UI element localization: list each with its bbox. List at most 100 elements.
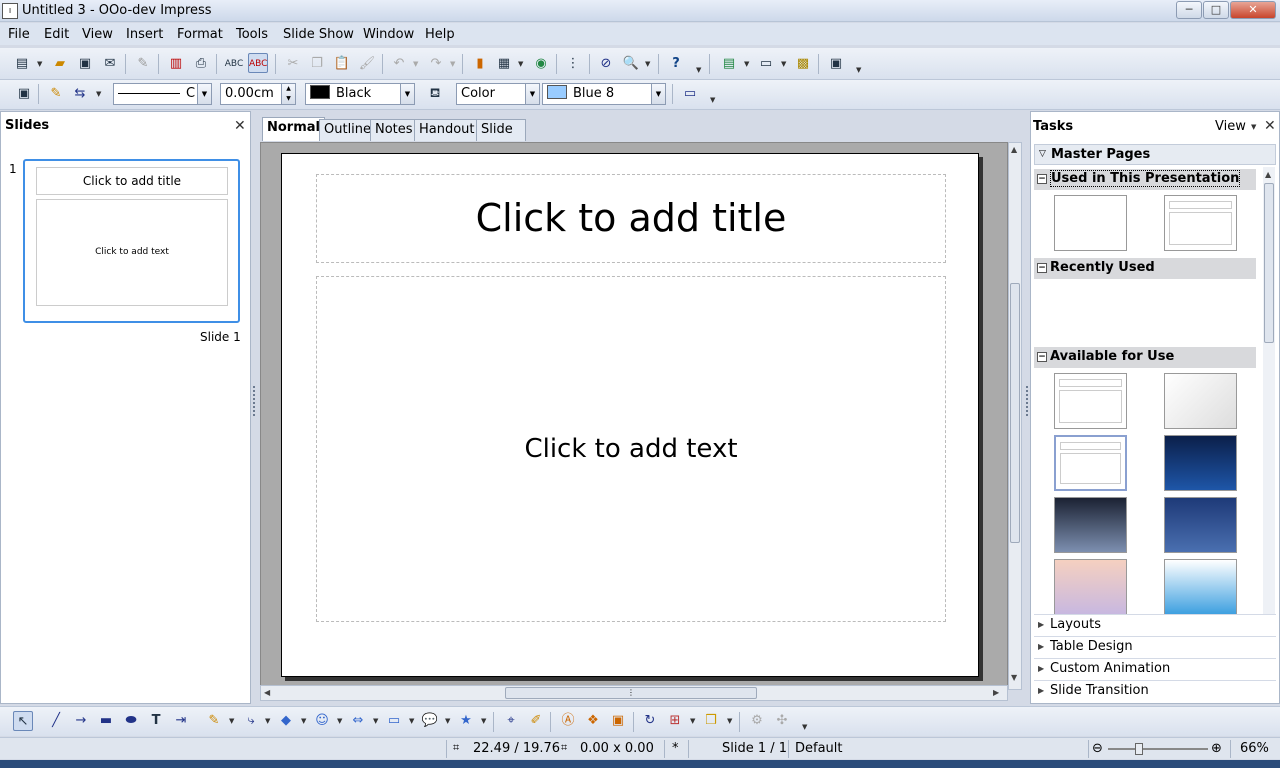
deck-table-design[interactable]: ▶ Table Design xyxy=(1034,636,1276,658)
area-color-dropdown-arrow-icon[interactable]: ▼ xyxy=(651,84,665,104)
available-for-use-header[interactable]: − Available for Use xyxy=(1034,347,1256,368)
title-placeholder[interactable]: Click to add title xyxy=(316,174,946,263)
menu-tools[interactable]: Tools xyxy=(236,27,268,42)
zoom-slider-knob[interactable] xyxy=(1135,743,1143,755)
toolbar-overflow-arrow-icon[interactable]: ▼ xyxy=(802,723,807,731)
used-in-presentation-header[interactable]: − Used in This Presentation xyxy=(1034,169,1256,190)
zoom-percentage[interactable]: 66% xyxy=(1240,741,1269,756)
minimize-button[interactable]: ─ xyxy=(1176,1,1202,19)
new-slide-icon[interactable]: ▤ xyxy=(719,54,739,74)
format-paintbrush-icon[interactable]: 🖌 xyxy=(357,54,377,74)
tab-slide-sorter[interactable]: Slide Sorter xyxy=(476,119,526,157)
slide-layout-dropdown-arrow-icon[interactable]: ▼ xyxy=(781,60,786,68)
connector-tool-icon[interactable]: ⇥ xyxy=(171,711,191,731)
gluepoints-icon[interactable]: ✐ xyxy=(526,711,546,731)
slide-design-icon[interactable]: ▩ xyxy=(793,54,813,74)
toolbar-overflow-arrow-icon[interactable]: ▼ xyxy=(710,96,715,104)
horizontal-scroll-thumb[interactable]: ⋮ xyxy=(505,687,757,699)
connectors-icon[interactable]: ⤷ xyxy=(241,711,261,731)
menu-file[interactable]: File xyxy=(8,27,30,42)
view-dropdown-arrow-icon[interactable]: ▼ xyxy=(1251,123,1256,131)
area-style-dropdown-arrow-icon[interactable]: ▼ xyxy=(525,84,539,104)
tab-outline[interactable]: Outline xyxy=(319,119,377,141)
symbol-shapes-icon[interactable]: ☺ xyxy=(312,711,332,731)
table-icon[interactable]: ▦ xyxy=(494,54,514,74)
area-style-select[interactable]: Color ▼ xyxy=(456,83,540,105)
menu-insert[interactable]: Insert xyxy=(126,27,163,42)
basic-shapes-icon[interactable]: ◆ xyxy=(276,711,296,731)
stars-icon[interactable]: ★ xyxy=(456,711,476,731)
menu-help[interactable]: Help xyxy=(425,27,455,42)
master-template-thumbnail[interactable] xyxy=(1164,373,1237,429)
curve-dropdown-arrow-icon[interactable]: ▼ xyxy=(229,717,234,725)
gallery-icon[interactable]: ▣ xyxy=(608,711,628,731)
vertical-scrollbar[interactable]: ▲ ▼ xyxy=(1008,142,1022,690)
line-width-field[interactable]: 0.00cm ▲ ▼ xyxy=(220,83,296,105)
master-blank-thumbnail[interactable] xyxy=(1054,195,1127,251)
arrange-dropdown-arrow-icon[interactable]: ▼ xyxy=(727,717,732,725)
email-document-icon[interactable]: ✉ xyxy=(100,54,120,74)
redo-icon[interactable]: ↷ xyxy=(426,54,446,74)
zoom-dropdown-arrow-icon[interactable]: ▼ xyxy=(645,60,650,68)
scroll-down-icon[interactable]: ▼ xyxy=(1011,673,1017,682)
menu-slide-show[interactable]: Slide Show xyxy=(283,27,354,42)
new-slide-dropdown-arrow-icon[interactable]: ▼ xyxy=(744,60,749,68)
tab-notes[interactable]: Notes xyxy=(370,119,418,141)
symbol-shapes-dropdown-arrow-icon[interactable]: ▼ xyxy=(337,717,342,725)
menu-edit[interactable]: Edit xyxy=(44,27,69,42)
line-style-select[interactable]: C ▼ xyxy=(113,83,212,105)
line-color-dropdown-arrow-icon[interactable]: ▼ xyxy=(400,84,414,104)
toolbar-overflow-arrow-icon[interactable]: ▼ xyxy=(856,66,861,74)
slide-layout-icon[interactable]: ▭ xyxy=(756,54,776,74)
master-template-thumbnail[interactable] xyxy=(1054,559,1127,614)
tasks-view-menu[interactable]: View xyxy=(1215,119,1246,134)
zoom-in-icon[interactable]: ⊕ xyxy=(1211,741,1222,756)
stars-dropdown-arrow-icon[interactable]: ▼ xyxy=(481,717,486,725)
arrange-icon[interactable]: ❒ xyxy=(701,711,721,731)
master-template-thumbnail[interactable] xyxy=(1054,497,1127,553)
paste-icon[interactable]: 📋 xyxy=(332,54,352,74)
print-icon[interactable]: ⎙ xyxy=(191,54,211,74)
line-width-spin-icon[interactable]: ▲ ▼ xyxy=(281,84,295,104)
rectangle-tool-icon[interactable]: ▬ xyxy=(96,711,116,731)
scroll-up-icon[interactable]: ▲ xyxy=(1265,170,1271,179)
edit-file-icon[interactable]: ✎ xyxy=(133,54,153,74)
tasks-scroll-thumb[interactable] xyxy=(1264,183,1274,343)
new-dropdown-arrow-icon[interactable]: ▼ xyxy=(37,60,42,68)
zoom-icon[interactable]: 🔍 xyxy=(621,54,641,74)
line-icon[interactable]: ✎ xyxy=(46,84,66,104)
save-icon[interactable]: ▣ xyxy=(75,54,95,74)
scroll-up-icon[interactable]: ▲ xyxy=(1011,145,1017,154)
area-fill-icon[interactable]: ⛾ xyxy=(425,84,445,104)
spellcheck-icon[interactable]: ABC xyxy=(224,54,244,74)
master-template-thumbnail[interactable] xyxy=(1054,435,1127,491)
menu-format[interactable]: Format xyxy=(177,27,223,42)
open-folder-icon[interactable]: ▰ xyxy=(50,54,70,74)
horizontal-scrollbar[interactable]: ◀ ⋮ ▶ xyxy=(260,685,1008,701)
left-splitter[interactable] xyxy=(251,111,257,704)
basic-shapes-dropdown-arrow-icon[interactable]: ▼ xyxy=(301,717,306,725)
recently-used-header[interactable]: − Recently Used xyxy=(1034,258,1256,279)
text-placeholder[interactable]: Click to add text xyxy=(316,276,946,622)
close-window-button[interactable]: ✕ xyxy=(1230,1,1276,19)
alignment-dropdown-arrow-icon[interactable]: ▼ xyxy=(690,717,695,725)
zoom-out-icon[interactable]: ⊖ xyxy=(1092,741,1103,756)
flowchart-dropdown-arrow-icon[interactable]: ▼ xyxy=(409,717,414,725)
text-tool-icon[interactable]: T xyxy=(146,711,166,731)
master-default-thumbnail[interactable] xyxy=(1164,195,1237,251)
curve-tool-icon[interactable]: ✎ xyxy=(204,711,224,731)
tab-handout[interactable]: Handout xyxy=(414,119,480,141)
line-color-select[interactable]: Black ▼ xyxy=(305,83,415,105)
vertical-scroll-thumb[interactable] xyxy=(1010,283,1020,543)
maximize-button[interactable]: □ xyxy=(1203,1,1229,19)
points-icon[interactable]: ⌖ xyxy=(501,711,521,731)
line-arrow-tool-icon[interactable]: → xyxy=(71,711,91,731)
from-file-icon[interactable]: ❖ xyxy=(583,711,603,731)
block-arrows-icon[interactable]: ⇔ xyxy=(348,711,368,731)
document-modified-indicator[interactable]: * xyxy=(672,741,679,756)
menu-view[interactable]: View xyxy=(82,27,113,42)
master-template-thumbnail[interactable] xyxy=(1164,559,1237,614)
line-tool-icon[interactable]: ╱ xyxy=(46,711,66,731)
ellipse-tool-icon[interactable]: ⬬ xyxy=(121,711,141,731)
rotate-icon[interactable]: ↻ xyxy=(640,711,660,731)
